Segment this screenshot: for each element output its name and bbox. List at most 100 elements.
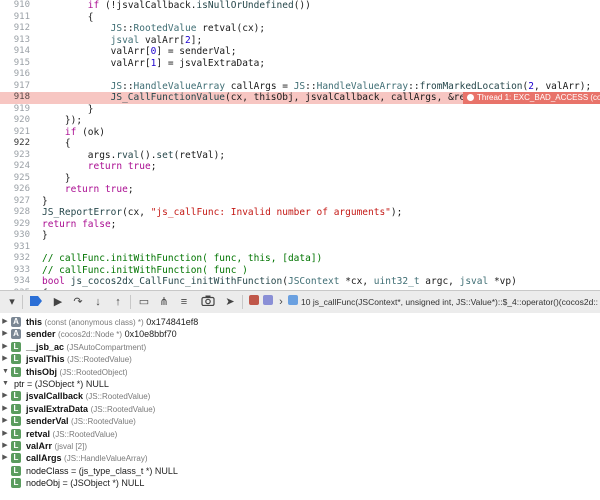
variable-row[interactable]: ▶ Athis (const (anonymous class) *) 0x174… <box>0 316 600 328</box>
exception-badge[interactable]: Thread 1: EXC_BAD_ACCESS (code=1, addres… <box>463 92 600 104</box>
code-line[interactable]: 924 return true; <box>0 161 600 173</box>
line-number[interactable]: 927 <box>0 196 30 208</box>
line-number[interactable]: 916 <box>0 69 30 81</box>
variable-row[interactable]: ▶ LcallArgs (JS::HandleValueArray) <box>0 452 600 464</box>
code-line[interactable]: 932 // callFunc.initWithFunction( func, t… <box>0 253 600 265</box>
line-number[interactable]: 928 <box>0 207 30 219</box>
variable-row[interactable]: ▶ Asender (cocos2d::Node *) 0x10e8bbf70 <box>0 328 600 340</box>
line-number[interactable]: 913 <box>0 35 30 47</box>
disclosure-collapsed-icon[interactable]: ▶ <box>2 428 8 440</box>
line-number[interactable]: 910 <box>0 0 30 12</box>
code-line[interactable]: 915 valArr[1] = jsvalExtraData; <box>0 58 600 70</box>
variable-row[interactable]: ▶ LjsvalExtraData (JS::RootedValue) <box>0 403 600 415</box>
code-line[interactable]: 930} <box>0 230 600 242</box>
code-line[interactable]: 927} <box>0 196 600 208</box>
line-number[interactable]: 917 <box>0 81 30 93</box>
toolbar-divider <box>22 295 23 309</box>
line-number[interactable]: 915 <box>0 58 30 70</box>
step-out-icon[interactable]: ↑ <box>110 295 126 309</box>
continue-icon[interactable]: ▶ <box>50 295 66 309</box>
variable-row[interactable]: ▼ LthisObj (JS::RootedObject) <box>0 366 600 378</box>
variable-row[interactable]: ▶ Lretval (JS::RootedValue) <box>0 428 600 440</box>
code-line[interactable]: 911 { <box>0 12 600 24</box>
code-line[interactable]: 919 } <box>0 104 600 116</box>
line-number[interactable]: 932 <box>0 253 30 265</box>
variable-row[interactable]: ▼ ptr = (JSObject *) NULL <box>0 378 600 390</box>
code-line[interactable]: 923 args.rval().set(retVal); <box>0 150 600 162</box>
line-number[interactable]: 922 <box>0 138 30 150</box>
line-number[interactable]: 921 <box>0 127 30 139</box>
stack-frame-label[interactable]: 10 js_callFunc(JSContext*, unsigned int,… <box>301 295 598 309</box>
line-number[interactable]: 911 <box>0 12 30 24</box>
environment-overrides-icon[interactable]: ≡ <box>176 295 192 309</box>
memory-graph-icon[interactable]: ⋔ <box>156 295 172 309</box>
disclosure-collapsed-icon[interactable]: ▶ <box>2 415 8 427</box>
disclosure-collapsed-icon[interactable]: ▶ <box>2 341 8 353</box>
source-editor[interactable]: 910 if (!jsvalCallback.isNullOrUndefined… <box>0 0 600 290</box>
variables-view[interactable]: ▶ Athis (const (anonymous class) *) 0x174… <box>0 313 600 500</box>
line-number[interactable]: 926 <box>0 184 30 196</box>
view-hierarchy-icon[interactable]: ▭ <box>136 295 152 309</box>
code-line[interactable]: 926 return true; <box>0 184 600 196</box>
code-line[interactable]: 912 JS::RootedValue retval(cx); <box>0 23 600 35</box>
code-token: return <box>87 161 123 172</box>
variable-text: senderVal (JS::RootedValue) <box>26 415 136 428</box>
breakpoint-toggle-icon[interactable] <box>28 295 44 309</box>
line-number[interactable]: 930 <box>0 230 30 242</box>
thread-icon[interactable] <box>262 295 274 309</box>
code-token: (ok) <box>76 126 105 138</box>
line-number[interactable]: 919 <box>0 104 30 116</box>
disclosure-collapsed-icon[interactable]: ▶ <box>2 328 8 340</box>
code-line[interactable]: 914 valArr[0] = senderVal; <box>0 46 600 58</box>
code-line[interactable]: 910 if (!jsvalCallback.isNullOrUndefined… <box>0 0 600 12</box>
line-number[interactable]: 931 <box>0 242 30 254</box>
code-line[interactable]: 917 JS::HandleValueArray callArgs = JS::… <box>0 81 600 93</box>
disclosure-collapsed-icon[interactable]: ▶ <box>2 440 8 452</box>
code-line-highlighted[interactable]: 918 JS_CallFunctionValue(cx, thisObj, js… <box>0 92 600 104</box>
variable-row[interactable]: ▶ LsenderVal (JS::RootedValue) <box>0 415 600 427</box>
step-into-icon[interactable]: ↓ <box>90 295 106 309</box>
disclosure-expanded-icon[interactable]: ▼ <box>2 378 9 390</box>
line-number[interactable]: 924 <box>0 161 30 173</box>
camera-icon[interactable] <box>200 295 216 309</box>
line-number[interactable]: 933 <box>0 265 30 277</box>
code-line[interactable]: 929 return false; <box>0 219 600 231</box>
disclosure-expanded-icon[interactable]: ▼ <box>2 366 9 378</box>
variable-row[interactable]: ▶ LvalArr (jsval [2]) <box>0 440 600 452</box>
code-line[interactable]: 913 jsval valArr[2]; <box>0 35 600 47</box>
code-line[interactable]: 931 <box>0 242 600 254</box>
line-number[interactable]: 923 <box>0 150 30 162</box>
code-line[interactable]: 928 JS_ReportError(cx, "js_callFunc: Inva… <box>0 207 600 219</box>
disclosure-collapsed-icon[interactable]: ▶ <box>2 316 8 328</box>
line-number[interactable]: 934 <box>0 276 30 288</box>
disclosure-collapsed-icon[interactable]: ▶ <box>2 390 8 402</box>
code-line[interactable]: 916 <box>0 69 600 81</box>
line-number[interactable]: 918 <box>0 92 30 104</box>
code-line[interactable]: 922 { <box>0 138 600 150</box>
line-number[interactable]: 929 <box>0 219 30 231</box>
line-number[interactable]: 912 <box>0 23 30 35</box>
disclosure-collapsed-icon[interactable]: ▶ <box>2 353 8 365</box>
variable-row[interactable]: LnodeClass = (js_type_class_t *) NULL <box>0 465 600 477</box>
step-over-icon[interactable]: ↷ <box>70 295 86 309</box>
variable-row[interactable]: ▶ LjsvalThis (JS::RootedValue) <box>0 353 600 365</box>
variable-row[interactable]: ▶ L __jsb_ac (JSAutoCompartment) <box>0 341 600 353</box>
code-line[interactable]: 933 // callFunc.initWithFunction( func ) <box>0 265 600 277</box>
code-line[interactable]: 920 }); <box>0 115 600 127</box>
frame-selector-icon[interactable] <box>287 295 299 309</box>
code-line[interactable]: 934 bool js_cocos2dx_CallFunc_initWithFun… <box>0 276 600 288</box>
line-number[interactable]: 925 <box>0 173 30 185</box>
variable-row[interactable]: LnodeObj = (JSObject *) NULL <box>0 477 600 489</box>
code-line[interactable]: 925 } <box>0 173 600 185</box>
variable-row[interactable]: ▶ LjsvalCallback (JS::RootedValue) <box>0 390 600 402</box>
location-icon[interactable]: ➤ <box>222 295 238 309</box>
code-text: bool js_cocos2dx_CallFunc_initWithFuncti… <box>42 276 517 288</box>
disclosure-collapsed-icon[interactable]: ▶ <box>2 452 8 464</box>
hide-debug-area-icon[interactable]: ▾ <box>4 295 20 309</box>
line-number[interactable]: 920 <box>0 115 30 127</box>
line-number[interactable]: 914 <box>0 46 30 58</box>
code-line[interactable]: 921 if (ok) <box>0 127 600 139</box>
disclosure-collapsed-icon[interactable]: ▶ <box>2 403 8 415</box>
code-token: return <box>64 184 100 195</box>
code-token: { <box>42 11 94 23</box>
